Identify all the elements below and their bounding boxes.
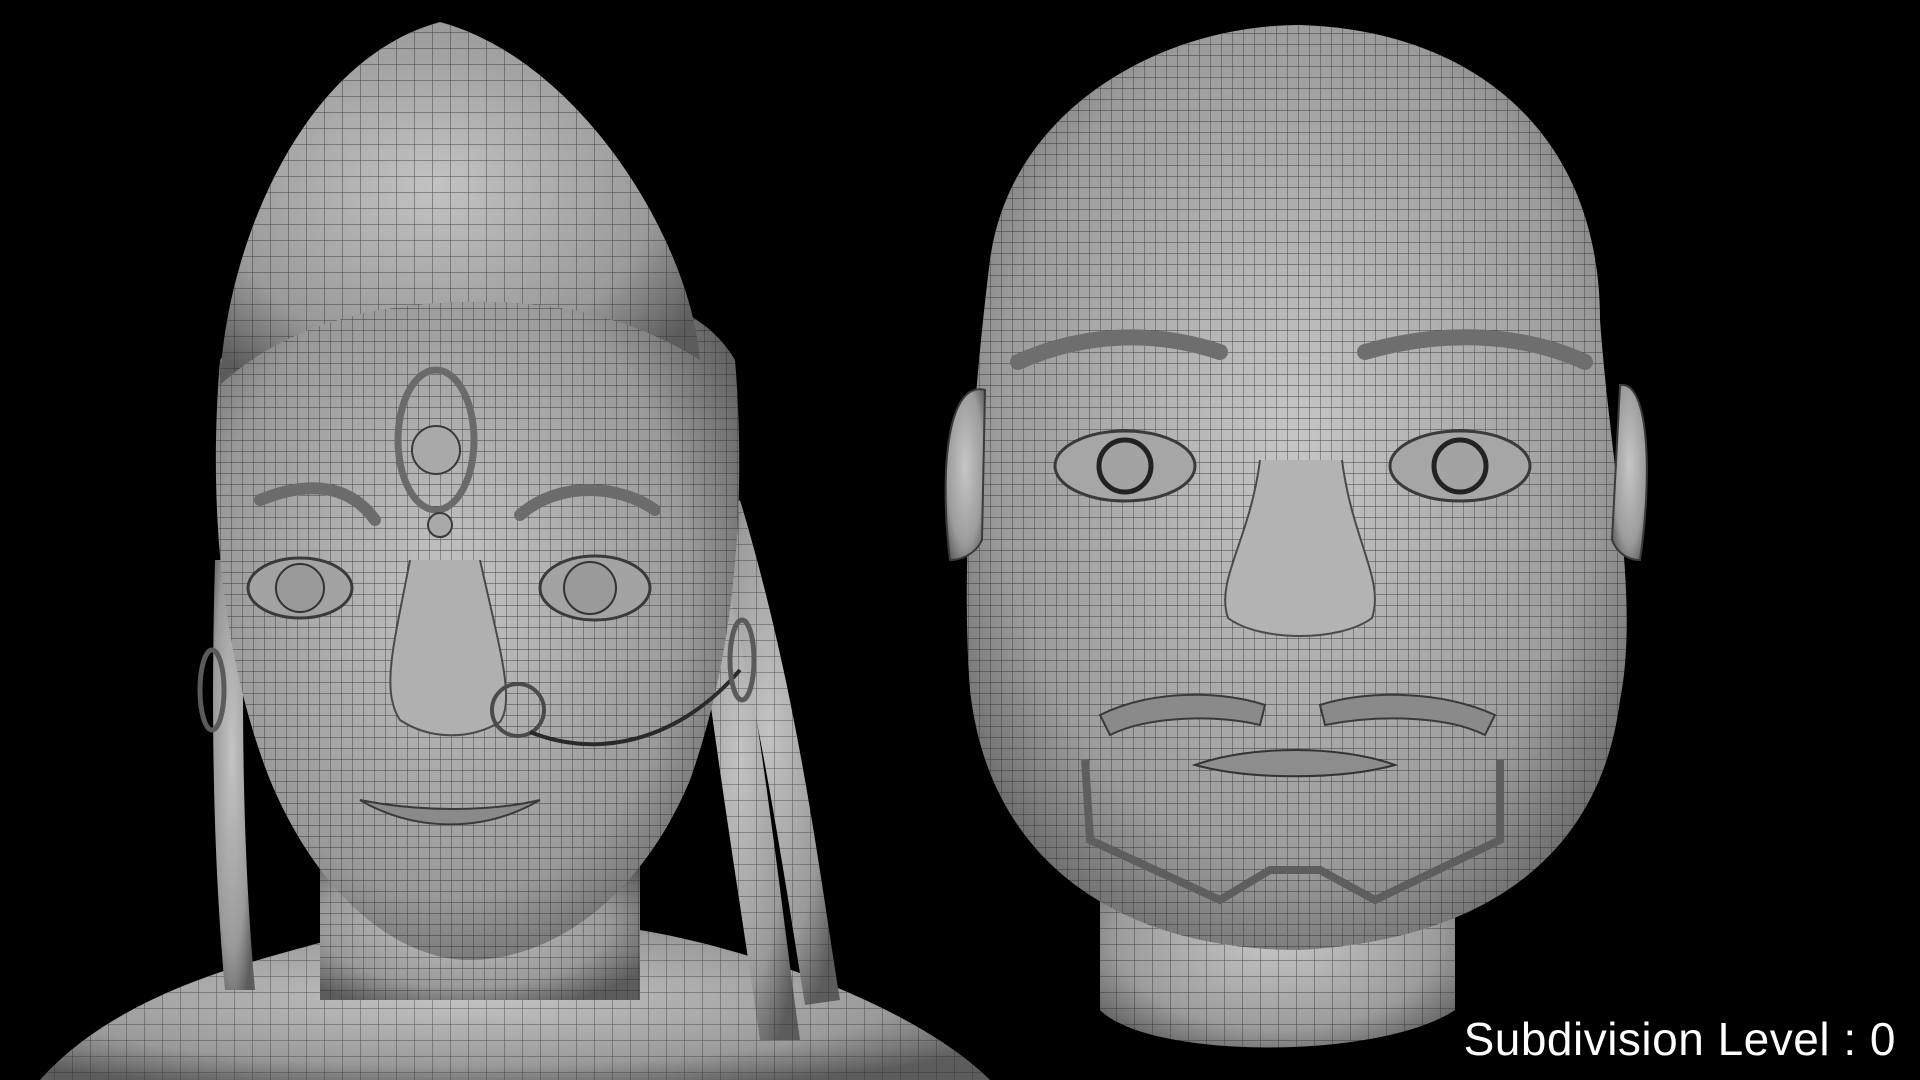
viewport-render [0,0,1920,1080]
subdivision-level-label: Subdivision Level : 0 [1463,1013,1896,1065]
